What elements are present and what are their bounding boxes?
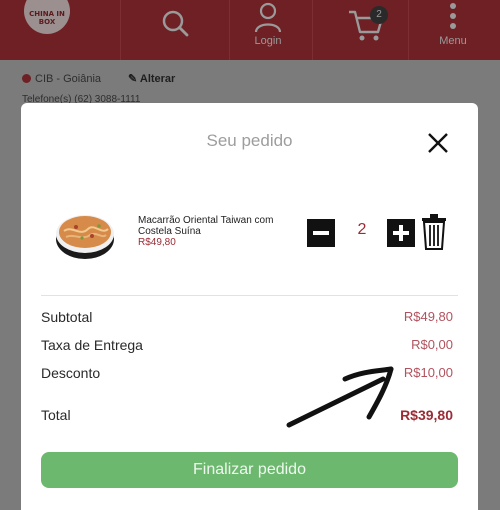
nav-search[interactable]	[150, 0, 200, 60]
nav-cart[interactable]: 2	[340, 0, 390, 60]
order-modal: Seu pedido Macarrão Oriental Taiwan com …	[21, 103, 478, 510]
store-status-dot	[22, 74, 31, 83]
pencil-icon: ✎	[128, 73, 138, 85]
cart-count-badge: 2	[370, 6, 388, 24]
store-name-text: CIB - Goiânia	[35, 73, 102, 85]
change-store-link[interactable]: ✎ Alterar	[128, 72, 175, 85]
nav-divider	[120, 0, 121, 60]
decrease-quantity-button[interactable]	[307, 219, 335, 247]
delivery-fee-value: R$0,00	[411, 337, 453, 352]
nav-login-label: Login	[254, 35, 282, 47]
dish-image	[56, 215, 114, 259]
logo-text: CHINA IN BOX	[29, 10, 65, 26]
search-icon	[162, 10, 189, 37]
annotation-arrow-icon	[286, 366, 394, 428]
trash-icon[interactable]	[421, 214, 447, 250]
store-name: CIB - Goiânia	[22, 73, 101, 85]
nav-login[interactable]: Login	[243, 0, 293, 60]
subtotal-label: Subtotal	[41, 309, 93, 325]
nav-divider	[229, 0, 230, 60]
nav-divider	[312, 0, 313, 60]
item-name: Macarrão Oriental Taiwan com Costela Suí…	[138, 215, 274, 237]
increase-quantity-button[interactable]	[387, 219, 415, 247]
subtotal-value: R$49,80	[403, 309, 453, 324]
nav-divider	[408, 0, 409, 60]
kebab-menu-icon	[450, 3, 456, 29]
discount-label: Desconto	[41, 365, 101, 381]
delivery-fee-label: Taxa de Entrega	[41, 337, 143, 353]
plus-icon	[393, 225, 409, 241]
quantity-value: 2	[357, 221, 367, 238]
finalize-order-button[interactable]: Finalizar pedido	[41, 452, 458, 488]
close-icon[interactable]	[426, 131, 450, 155]
nav-menu[interactable]: Menu	[428, 0, 478, 60]
brand-logo[interactable]: CHINA IN BOX	[24, 0, 70, 34]
nav-menu-label: Menu	[439, 35, 467, 47]
user-icon	[254, 2, 282, 33]
divider	[41, 295, 458, 296]
minus-icon	[313, 231, 329, 235]
total-label: Total	[41, 407, 71, 423]
change-store-label: Alterar	[139, 73, 176, 85]
top-navbar: CHINA IN BOX Login 2 Menu	[0, 0, 500, 60]
total-value: R$39,80	[400, 407, 453, 423]
item-price: R$49,80	[138, 237, 176, 248]
discount-value: R$10,00	[403, 365, 453, 380]
modal-title: Seu pedido	[206, 131, 293, 150]
